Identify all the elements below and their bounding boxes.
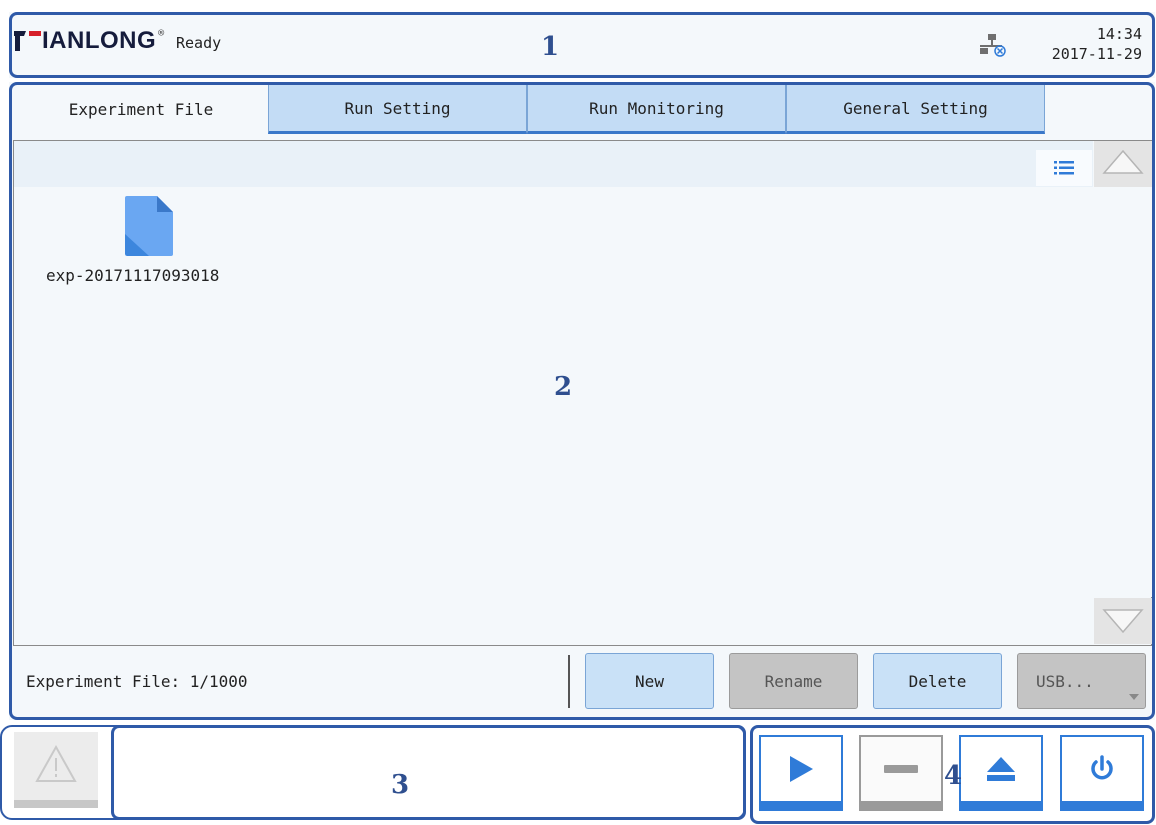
annotation-3: 3 — [391, 770, 410, 800]
annotation-frame-4 — [750, 725, 1155, 824]
annotation-frame-2 — [9, 82, 1155, 720]
annotation-frame-1 — [9, 12, 1155, 78]
annotation-frame-3-outer — [0, 725, 746, 820]
